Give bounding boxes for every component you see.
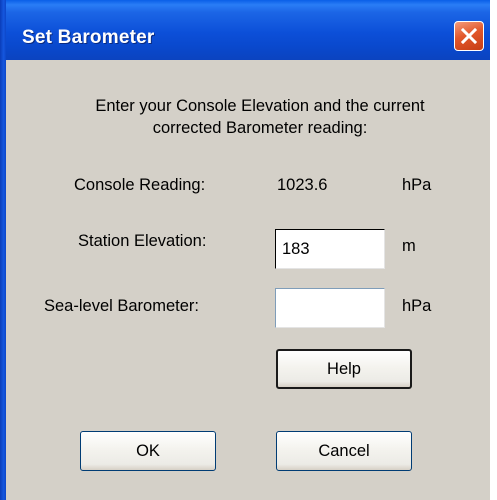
close-icon	[461, 28, 477, 44]
console-reading-unit: hPa	[402, 176, 432, 194]
close-button[interactable]	[454, 21, 484, 51]
help-button[interactable]: Help	[276, 349, 412, 389]
console-reading-label: Console Reading:	[74, 176, 206, 194]
ok-button[interactable]: OK	[80, 431, 216, 471]
instructions-text: Enter your Console Elevation and the cur…	[95, 97, 425, 137]
sea-level-barometer-unit: hPa	[402, 297, 432, 315]
station-elevation-field[interactable]	[275, 229, 385, 269]
station-elevation-unit: m	[402, 237, 416, 255]
cancel-button[interactable]: Cancel	[276, 431, 412, 471]
set-barometer-dialog: Set Barometer Enter your Console Elevati…	[0, 0, 497, 500]
sea-level-barometer-label: Sea-level Barometer:	[44, 297, 199, 315]
window-title: Set Barometer	[22, 27, 155, 48]
console-reading-value: 1023.6	[272, 167, 382, 203]
station-elevation-label: Station Elevation:	[78, 232, 207, 250]
sea-level-barometer-field[interactable]	[275, 288, 385, 328]
